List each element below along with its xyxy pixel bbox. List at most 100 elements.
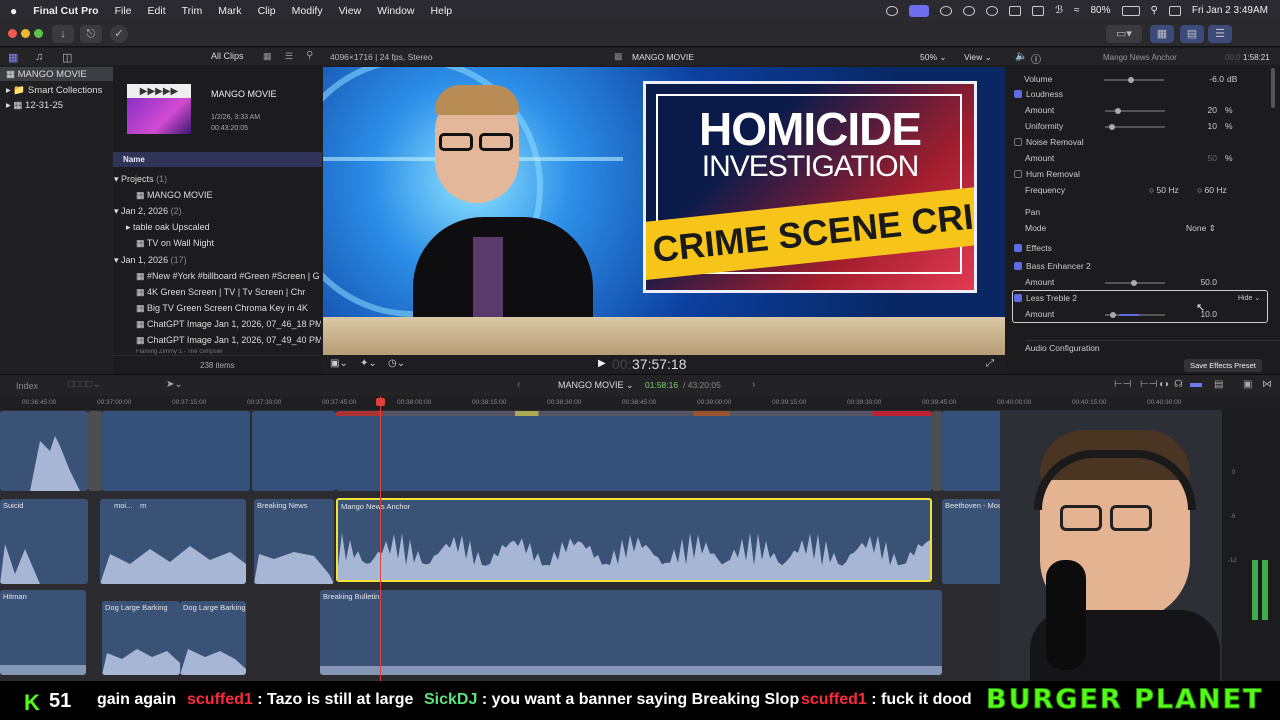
solo-icon[interactable]	[1190, 383, 1202, 387]
menu-mark[interactable]: Mark	[218, 5, 241, 17]
transform-crop-icon[interactable]: ▣⌄	[330, 358, 348, 369]
search-icon[interactable]: ⚲	[306, 50, 313, 61]
list-item[interactable]: ▦ TV on Wall Night	[114, 236, 321, 251]
list-item[interactable]: ▦ ChatGPT Image Jan 1, 2026, 07_46_18 PM	[114, 317, 321, 332]
volume-slider[interactable]	[1104, 77, 1164, 83]
timeline-clip[interactable]	[336, 411, 932, 491]
loudness-row[interactable]: Loudness	[1014, 87, 1269, 102]
library-item-smart-collections[interactable]: ▸ 📁 Smart Collections	[6, 85, 102, 96]
apple-icon[interactable]: ●	[10, 4, 17, 18]
effects-browser-icon[interactable]: ▣	[1243, 379, 1252, 390]
play-status-icon[interactable]	[986, 5, 999, 16]
list-view-icon[interactable]: ☰	[285, 51, 293, 62]
share-icon[interactable]: ▭▾	[1106, 25, 1142, 43]
clock-icon[interactable]	[940, 5, 953, 16]
mango-news-anchor-clip[interactable]: Mango News Anchor	[336, 498, 932, 582]
gap-clip[interactable]	[932, 411, 942, 491]
show-inspector-icon[interactable]: ☰	[1208, 25, 1232, 43]
bass-enhancer-checkbox[interactable]	[1014, 262, 1022, 270]
timeline-clip[interactable]: Suicid	[0, 499, 88, 584]
pan-mode-dropdown[interactable]: None ⇕	[1186, 221, 1216, 236]
viewer-timecode[interactable]: 37:57:18	[632, 356, 687, 372]
timeline-ruler[interactable]: 00:36:45:00 00:37:00:00 00:37:15:00 00:37:3…	[0, 396, 1280, 410]
volume-value[interactable]: -6.0	[1174, 72, 1224, 87]
keyword-key-icon[interactable]: ⎋	[80, 25, 102, 43]
menu-clip[interactable]: Clip	[258, 5, 276, 17]
audio-inspector-icon[interactable]: 🔈	[1015, 51, 1027, 62]
noise-removal-row[interactable]: Noise Removal	[1014, 135, 1269, 150]
save-effects-preset-button[interactable]: Save Effects Preset	[1184, 359, 1262, 372]
select-tool-icon[interactable]: ➤⌄	[166, 379, 183, 390]
background-tasks-check-icon[interactable]: ✓	[110, 25, 128, 43]
group-jan-1[interactable]: ▾ Jan 1, 2026 (17)	[114, 253, 321, 268]
hum-removal-checkbox[interactable]	[1014, 170, 1022, 178]
list-item[interactable]: ▦ 4K Green Screen | TV | Tv Screen | Chr	[114, 285, 321, 300]
status-icon[interactable]	[886, 5, 899, 16]
list-item[interactable]: ▦ #New #York #billboard #Green #Screen |…	[114, 269, 321, 284]
timeline-clip[interactable]: Breaking News	[254, 499, 334, 584]
menu-window[interactable]: Window	[377, 5, 414, 17]
close-window-icon[interactable]	[8, 29, 17, 38]
timeline-project-dropdown[interactable]: MANGO MOVIE ⌄	[558, 380, 634, 391]
view-dropdown[interactable]: View ⌄	[964, 52, 992, 63]
titles-generators-icon[interactable]: ◫	[62, 51, 72, 64]
library-item-event-12-31-25[interactable]: ▸ ▦ 12-31-25	[6, 100, 63, 111]
timeline-clip[interactable]	[252, 411, 336, 491]
bass-amount-slider[interactable]	[1105, 280, 1165, 286]
menu-app-name[interactable]: Final Cut Pro	[33, 5, 98, 17]
enhance-wand-icon[interactable]: ✦⌄	[360, 358, 377, 369]
clip-appearance-icon[interactable]: ▤	[1214, 379, 1223, 390]
list-item[interactable]: ▦ MANGO MOVIE	[114, 188, 321, 203]
list-item[interactable]: ▸ table oak Upscaled	[114, 220, 321, 235]
timeline-clip[interactable]: moi... m	[100, 499, 246, 584]
show-browser-icon[interactable]: ▦	[1150, 25, 1174, 43]
info-inspector-icon[interactable]: ⓘ	[1031, 51, 1041, 66]
clip-filter-dropdown[interactable]: All Clips	[211, 51, 244, 61]
transitions-browser-icon[interactable]: ⋈	[1262, 379, 1272, 390]
timeline-back-icon[interactable]: ‹	[517, 379, 520, 390]
freq-60-radio[interactable]: ○ 60 Hz	[1197, 183, 1227, 198]
noise-removal-checkbox[interactable]	[1014, 138, 1022, 146]
menu-view[interactable]: View	[339, 5, 362, 17]
timeline-clip[interactable]: Breaking Bulletin	[320, 590, 942, 675]
menu-modify[interactable]: Modify	[292, 5, 323, 17]
hide-button[interactable]: Hide ⌄	[1238, 291, 1260, 306]
loudness-amount-value[interactable]: 20	[1175, 103, 1217, 118]
loudness-checkbox[interactable]	[1014, 90, 1022, 98]
freq-50-radio[interactable]: ○ 50 Hz	[1149, 183, 1179, 198]
less-treble-checkbox[interactable]	[1014, 294, 1022, 302]
clip-appearance-icon[interactable]: ▦	[263, 51, 272, 62]
menu-edit[interactable]: Edit	[148, 5, 166, 17]
name-column-header[interactable]: Name	[123, 155, 145, 164]
play-icon[interactable]: ▶	[598, 358, 606, 369]
less-treble-row[interactable]: Less Treble 2 Hide ⌄	[1014, 291, 1269, 306]
hum-removal-row[interactable]: Hum Removal	[1014, 167, 1269, 182]
fullscreen-icon[interactable]: ⤢	[986, 358, 994, 369]
search-icon[interactable]: ⚲	[1151, 5, 1158, 16]
photos-audio-icon[interactable]: ♫	[35, 51, 43, 63]
minimize-window-icon[interactable]	[21, 29, 30, 38]
headphones-icon[interactable]: ☊	[1174, 379, 1183, 390]
bass-amount-value[interactable]: 50.0	[1175, 275, 1217, 290]
connect-clip-icon[interactable]: □□□□⌄	[68, 379, 101, 390]
loudness-amount-slider[interactable]	[1105, 108, 1165, 114]
timeline-index-button[interactable]: Index	[16, 381, 38, 391]
effects-checkbox[interactable]	[1014, 244, 1022, 252]
group-projects[interactable]: ▾ Projects (1)	[114, 172, 321, 187]
playhead[interactable]	[380, 396, 381, 681]
zoom-dropdown[interactable]: 50% ⌄	[920, 52, 947, 63]
screen-record-icon[interactable]	[909, 4, 930, 17]
grid-icon[interactable]	[963, 5, 976, 16]
snapping-icon[interactable]: ⊢⊣	[1140, 379, 1157, 390]
timeline-clip[interactable]	[0, 411, 88, 491]
audio-configuration-label[interactable]: Audio Configuration	[1025, 340, 1280, 355]
noise-amount-value[interactable]: 50	[1175, 151, 1217, 166]
timeline-clip[interactable]	[102, 411, 250, 491]
import-down-arrow-icon[interactable]: ↓	[52, 25, 74, 43]
treble-amount-slider[interactable]	[1105, 312, 1165, 318]
skimming-icon[interactable]: ⊢⊣	[1114, 379, 1131, 390]
show-timeline-icon[interactable]: ▤	[1180, 25, 1204, 43]
bluetooth-icon[interactable]: ℬ	[1055, 5, 1063, 16]
timeline-forward-icon[interactable]: ›	[752, 379, 755, 390]
library-item-mango-movie[interactable]: ▦ MANGO MOVIE	[6, 69, 87, 80]
